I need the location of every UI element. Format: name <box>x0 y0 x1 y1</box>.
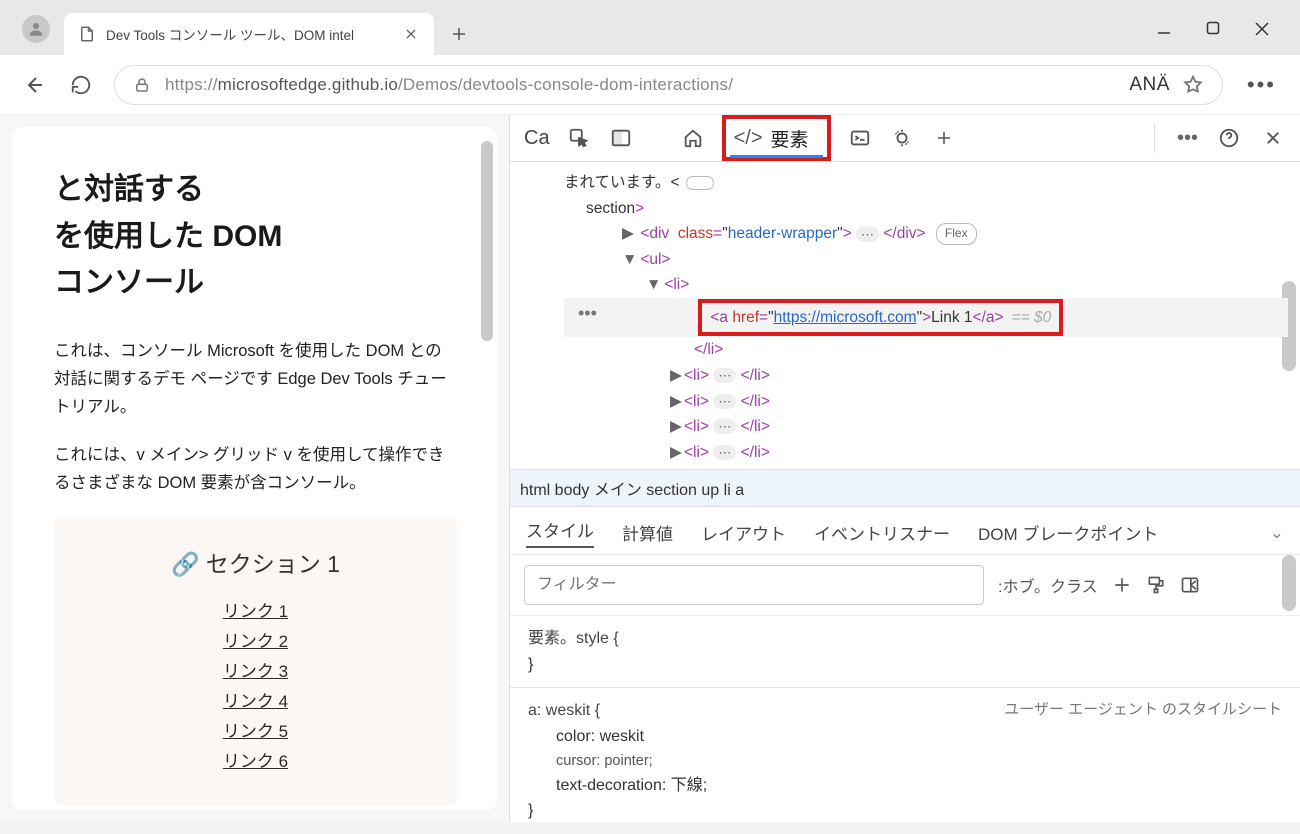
styles-filter-input[interactable] <box>524 565 984 605</box>
maximize-button[interactable] <box>1206 21 1220 37</box>
section-1-title: 🔗セクション 1 <box>74 545 437 579</box>
section-1: 🔗セクション 1 リンク 1 リンク 2 リンク 3 リンク 4 リンク 5 リ… <box>54 517 457 805</box>
tab-computed[interactable]: 計算値 <box>622 520 673 545</box>
ua-stylesheet-label: ユーザー エージェント のスタイルシート <box>1004 698 1282 722</box>
a-rule-selector[interactable]: a: weskit { <box>528 702 600 719</box>
more-tabs-button[interactable] <box>931 125 957 151</box>
dom-li-5[interactable]: ▶<li> ⋯ </li> <box>564 440 1288 466</box>
link-2[interactable]: リンク 2 <box>74 627 437 652</box>
tab-layout[interactable]: レイアウト <box>701 520 786 545</box>
row-actions-icon[interactable]: ••• <box>578 299 597 329</box>
link-3[interactable]: リンク 3 <box>74 657 437 682</box>
devtools-more-button[interactable]: ••• <box>1177 127 1198 150</box>
new-tab-button[interactable] <box>440 15 478 53</box>
page-heading: と対話する を使用した DOM コンソール <box>54 167 457 307</box>
dom-ul-open[interactable]: ▼ <ul> <box>564 247 1288 273</box>
dom-li-2[interactable]: ▶<li> ⋯ </li> <box>564 363 1288 389</box>
hov-cls-toggle[interactable]: :ホブ。クラス <box>998 573 1098 597</box>
tab-title: Dev Tools コンソール ツール、DOM intel <box>106 24 388 44</box>
welcome-tab-icon[interactable] <box>680 125 706 151</box>
tab-dom-breakpoints[interactable]: DOM ブレークポイント <box>978 520 1158 545</box>
inspect-element-icon[interactable] <box>566 125 592 151</box>
favorite-button[interactable] <box>1182 74 1204 96</box>
computed-toggle-icon[interactable] <box>1180 575 1200 595</box>
page-paragraph-2: これには、v メイン> グリッド v を使用して操作できるさまざまな DOM 要… <box>54 441 457 497</box>
minimize-button[interactable] <box>1156 21 1172 37</box>
devtools-close-button[interactable] <box>1260 125 1286 151</box>
link-6[interactable]: リンク 6 <box>74 747 437 772</box>
styles-toolbar: :ホブ。クラス <box>510 555 1300 616</box>
link-4[interactable]: リンク 4 <box>74 687 437 712</box>
code-icon: </> <box>734 127 763 150</box>
link-1[interactable]: リンク 1 <box>74 597 437 622</box>
dom-tree[interactable]: まれています。< section> ▶ <div class="header-w… <box>510 162 1300 469</box>
lock-icon <box>133 76 151 94</box>
new-rule-button[interactable] <box>1112 575 1132 595</box>
dom-li-open[interactable]: ▼ <li> <box>564 272 1288 298</box>
dom-fragment: まれています。< <box>564 170 1288 196</box>
reading-mode-label[interactable]: ANÄ <box>1129 74 1170 96</box>
styles-body[interactable]: 要素。style { } ユーザー エージェント のスタイルシート a: wes… <box>510 616 1300 834</box>
dom-selected-row[interactable]: ••• <a href="https://microsoft.com">Link… <box>564 298 1288 338</box>
prop-color[interactable]: color: weskit <box>528 724 1282 750</box>
profile-avatar[interactable] <box>22 15 50 43</box>
page-body: と対話する を使用した DOM コンソール これは、コンソール Microsof… <box>12 127 497 810</box>
styles-overflow-button[interactable]: ⌄ <box>1270 523 1284 543</box>
device-toolbar-icon[interactable] <box>608 125 634 151</box>
titlebar: Dev Tools コンソール ツール、DOM intel <box>0 0 1300 55</box>
prop-cursor[interactable]: cursor: pointer; <box>528 750 1282 773</box>
link-icon: 🔗 <box>171 551 200 577</box>
help-icon[interactable] <box>1216 125 1242 151</box>
devtools-toolbar: Ca </> 要素 ••• <box>510 115 1300 162</box>
console-tab-icon[interactable] <box>847 125 873 151</box>
file-icon <box>78 25 96 43</box>
page-scrollbar[interactable] <box>481 141 493 341</box>
link-5[interactable]: リンク 5 <box>74 717 437 742</box>
elements-tab[interactable]: </> 要素 <box>722 115 831 161</box>
paint-icon[interactable] <box>1146 575 1166 595</box>
dom-breadcrumb[interactable]: html body メイン section up li a <box>510 469 1300 507</box>
tab-close-button[interactable] <box>398 21 424 47</box>
browser-tab[interactable]: Dev Tools コンソール ツール、DOM intel <box>64 13 434 55</box>
devtools-panel: Ca </> 要素 ••• まれています。< section> ▶ <di <box>509 115 1300 822</box>
dom-li-4[interactable]: ▶<li> ⋯ </li> <box>564 414 1288 440</box>
sources-tab-icon[interactable] <box>889 125 915 151</box>
close-window-button[interactable] <box>1254 21 1270 37</box>
tab-styles[interactable]: スタイル <box>526 517 594 548</box>
devtools-prefix: Ca <box>524 127 550 150</box>
dom-li-close[interactable]: </li> <box>564 337 1288 363</box>
page-viewport: と対話する を使用した DOM コンソール これは、コンソール Microsof… <box>0 115 509 822</box>
window-controls <box>1156 21 1292 55</box>
page-paragraph-1: これは、コンソール Microsoft を使用した DOM との対話に関するデモ… <box>54 337 457 421</box>
browser-menu-button[interactable]: ••• <box>1241 72 1282 98</box>
url-text: https://microsoftedge.github.io/Demos/de… <box>165 75 733 95</box>
back-button[interactable] <box>18 70 48 100</box>
dom-div-row[interactable]: ▶ <div class="header-wrapper"> ⋯ </div> … <box>564 221 1288 247</box>
url-bar: https://microsoftedge.github.io/Demos/de… <box>0 55 1300 115</box>
address-bar[interactable]: https://microsoftedge.github.io/Demos/de… <box>114 65 1223 105</box>
dom-section[interactable]: section> <box>564 196 1288 222</box>
styles-tab-bar: スタイル 計算値 レイアウト イベントリスナー DOM ブレークポイント ⌄ <box>510 507 1300 555</box>
prop-text-decoration[interactable]: text-decoration: 下線; <box>528 773 1282 799</box>
element-style-rule[interactable]: 要素。style { <box>528 626 1282 652</box>
links-list: リンク 1 リンク 2 リンク 3 リンク 4 リンク 5 リンク 6 <box>74 597 437 772</box>
styles-scrollbar[interactable] <box>1282 555 1296 611</box>
dom-li-3[interactable]: ▶<li> ⋯ </li> <box>564 389 1288 415</box>
refresh-button[interactable] <box>66 70 96 100</box>
tab-listeners[interactable]: イベントリスナー <box>814 520 950 545</box>
